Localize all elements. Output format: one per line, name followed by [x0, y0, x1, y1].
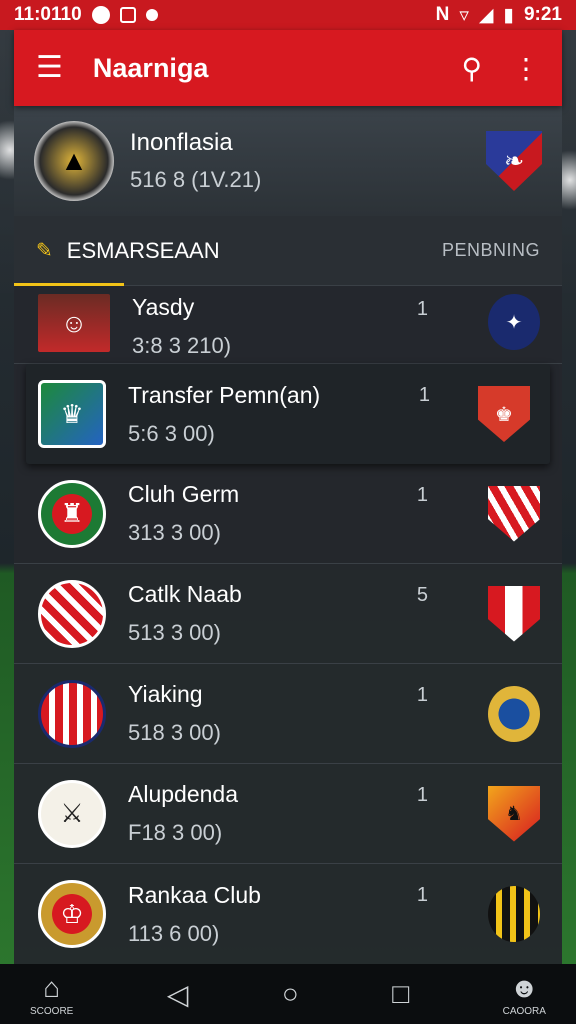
team-name: Cluh Germ — [128, 481, 240, 507]
team-count: 1 — [416, 684, 428, 706]
nav-home[interactable]: ⌂ SCOORE — [30, 972, 73, 1017]
status-bar: 11:0110 N ▿ ◢ ▮ 9:21 — [0, 0, 576, 30]
home-icon: ⌂ — [43, 971, 61, 1003]
team-name: Yasdy — [132, 294, 195, 320]
list-item[interactable]: ♜ Cluh Germ 313 3 00) 1 — [14, 464, 562, 564]
tab-penbning[interactable]: PENBNING — [442, 240, 540, 261]
team-time: 513 3 00) — [128, 620, 221, 645]
team-count: 5 — [416, 584, 428, 606]
status-time-right: 9:21 — [523, 4, 562, 25]
striped-shield-icon — [488, 485, 540, 542]
list-item[interactable]: ☺ Yasdy 3:8 3 210) 1 ✦ — [14, 286, 562, 364]
pencil-icon: ✎ — [36, 240, 53, 262]
team-count: 1 — [416, 484, 428, 506]
nav-profile-label: CAOORA — [502, 1005, 546, 1017]
search-icon[interactable]: ⚲ — [461, 52, 482, 85]
nav-back[interactable]: ◁ — [167, 978, 189, 1011]
app-bar: ☰ Naarniga ⚲ ⋮ — [14, 30, 562, 106]
orange-shield-icon: ♞ — [488, 785, 540, 842]
green-crest-icon: ♛ — [38, 380, 106, 448]
team-count: 1 — [416, 298, 428, 320]
dot-icon — [145, 9, 158, 21]
battery-icon: ▮ — [503, 4, 514, 26]
profile-icon: ☻ — [509, 971, 540, 1003]
list-item[interactable]: Catlk Naab 513 3 00) 5 — [14, 564, 562, 664]
eagle-crest-icon: ✦ — [488, 294, 540, 350]
team-name: Catlk Naab — [128, 581, 242, 607]
nav-recents[interactable]: □ — [392, 978, 409, 1010]
team-name: Transfer Pemn(an) — [128, 381, 321, 408]
match-team-name: Inonflasia — [130, 129, 233, 156]
tab-esmarseaan[interactable]: ✎ ESMARSEAAN — [36, 238, 220, 264]
opponent-shield-icon: ❧ — [486, 131, 542, 191]
circle-icon: ○ — [281, 978, 299, 1009]
team-name: Alupdenda — [128, 781, 238, 807]
list-item[interactable]: Yiaking 518 3 00) 1 — [14, 664, 562, 764]
navy-striped-crest-icon — [38, 679, 106, 748]
laurel-crest-icon: ♜ — [38, 479, 106, 548]
network-label: N — [435, 4, 450, 25]
team-time: F18 3 00) — [128, 820, 223, 845]
gold-crest-icon — [488, 685, 540, 742]
square-icon: □ — [392, 978, 410, 1009]
team-count: 1 — [418, 384, 430, 406]
app-title: Naarniga — [92, 52, 209, 83]
nav-profile[interactable]: ☻ CAOORA — [503, 972, 546, 1017]
team-count: 1 — [416, 784, 428, 806]
list-item[interactable]: ♔ Rankaa Club 113 6 00) 1 — [14, 864, 562, 964]
player-photo-icon: ☺ — [38, 294, 110, 352]
match-header[interactable]: ▲ Inonflasia 516 8 (1V.21) ❧ — [14, 106, 562, 216]
list-item[interactable]: ⚔ Alupdenda F18 3 00) 1 ♞ — [14, 764, 562, 864]
notification-icon — [91, 6, 110, 24]
crowned-crest-icon: ♔ — [38, 880, 106, 948]
striped-crest-icon — [38, 579, 106, 648]
team-list: ☺ Yasdy 3:8 3 210) 1 ✦ ♛ Transfer Pemn(a… — [14, 286, 562, 964]
nav-home-label: SCOORE — [30, 1005, 74, 1017]
back-icon: ◁ — [166, 978, 189, 1010]
tab-bar: ✎ ESMARSEAAN PENBNING — [14, 216, 562, 286]
red-white-shield-icon — [488, 585, 540, 642]
team-time: 113 6 00) — [128, 920, 220, 946]
black-yellow-crest-icon — [488, 886, 540, 942]
white-crest-icon: ⚔ — [38, 779, 106, 848]
team-time: 313 3 00) — [128, 520, 221, 545]
wifi-icon: ▿ — [459, 4, 469, 26]
tab-label: ESMARSEAAN — [66, 237, 220, 263]
team-time: 518 3 00) — [128, 720, 221, 745]
gallery-icon — [119, 7, 136, 23]
red-crest-icon: ♚ — [478, 386, 530, 442]
more-vert-icon[interactable]: ⋮ — [512, 52, 540, 85]
signal-icon: ◢ — [478, 4, 494, 26]
list-item[interactable]: ♛ Transfer Pemn(an) 5:6 3 00) 1 ♚ — [26, 364, 550, 464]
main-panel: ▲ Inonflasia 516 8 (1V.21) ❧ ✎ ESMARSEAA… — [14, 106, 562, 964]
team-name: Yiaking — [128, 681, 203, 707]
team-name: Rankaa Club — [128, 881, 261, 908]
status-time-left: 11:0110 — [14, 4, 82, 25]
menu-icon[interactable]: ☰ — [36, 53, 63, 83]
team-count: 1 — [416, 884, 428, 906]
team-time: 5:6 3 00) — [128, 420, 215, 446]
team-crest-icon: ▲ — [34, 121, 114, 201]
nav-home-circle[interactable]: ○ — [282, 978, 299, 1010]
bottom-nav: ⌂ SCOORE ◁ ○ □ ☻ CAOORA — [0, 964, 576, 1024]
team-time: 3:8 3 210) — [132, 333, 232, 358]
match-score: 516 8 (1V.21) — [130, 167, 262, 192]
